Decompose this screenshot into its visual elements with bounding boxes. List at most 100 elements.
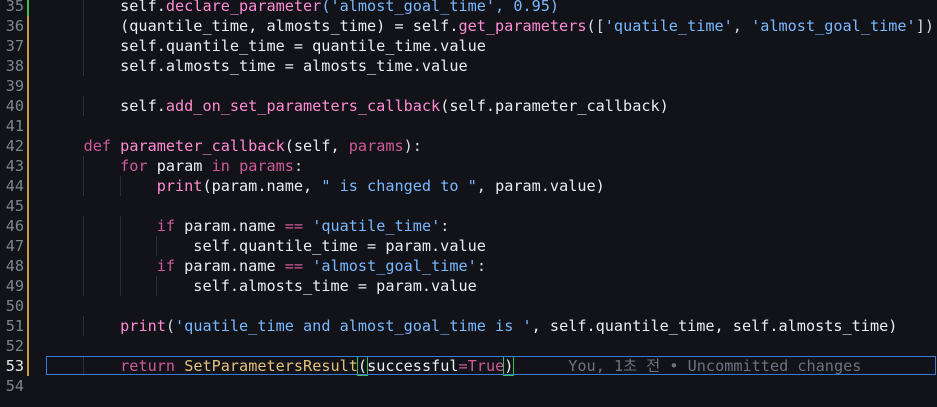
code-line[interactable]: 38 self.almosts_time = almosts_time.valu…: [0, 56, 937, 76]
line-number: 48: [5, 257, 24, 275]
code-text[interactable]: def parameter_callback(self, params):: [47, 136, 422, 156]
code-token: ([: [586, 17, 605, 35]
line-number: 40: [5, 97, 24, 115]
line-number: 50: [5, 297, 24, 315]
code-line[interactable]: 52: [0, 336, 937, 356]
code-token: self.: [47, 97, 166, 115]
line-number: 43: [5, 157, 24, 175]
line-number: 39: [5, 77, 24, 95]
code-token: 'almost_goal_time': [312, 257, 477, 275]
git-modified-marker[interactable]: [27, 16, 29, 36]
code-line[interactable]: 46 if param.name == 'quatile_time':: [0, 216, 937, 236]
code-line[interactable]: 39: [0, 76, 937, 96]
code-token: , self.quantile_time, self.almosts_time): [531, 317, 898, 335]
git-modified-marker[interactable]: [27, 196, 29, 216]
git-modified-marker[interactable]: [27, 316, 29, 336]
code-text[interactable]: return SetParametersResult(successful=Tr…: [47, 356, 861, 376]
code-line[interactable]: 45: [0, 196, 937, 216]
code-editor[interactable]: 35 self.declare_parameter('almost_goal_t…: [0, 0, 937, 407]
code-text[interactable]: (quantile_time, almosts_time) = self.get…: [47, 16, 934, 36]
code-token: self.quantile_time = quantile_time.value: [47, 37, 486, 55]
code-line[interactable]: 54: [0, 376, 937, 396]
code-text[interactable]: self.quantile_time = quantile_time.value: [47, 36, 486, 56]
code-token: (: [356, 356, 369, 376]
code-token: 'quatile_time': [312, 217, 441, 235]
code-token: =: [458, 357, 468, 375]
code-text[interactable]: self.declare_parameter('almost_goal_time…: [47, 0, 559, 16]
code-text[interactable]: for param in params:: [47, 156, 303, 176]
code-token: for: [120, 157, 148, 175]
code-token: param: [147, 157, 212, 175]
code-token: get_parameters: [458, 17, 587, 35]
code-token: def: [83, 137, 112, 155]
code-line[interactable]: 35 self.declare_parameter('almost_goal_t…: [0, 0, 937, 16]
git-modified-marker[interactable]: [27, 76, 29, 96]
git-modified-marker[interactable]: [27, 356, 29, 376]
code-text[interactable]: if param.name == 'almost_goal_time':: [47, 256, 486, 276]
code-line[interactable]: 49 self.almosts_time = param.value: [0, 276, 937, 296]
git-modified-marker[interactable]: [27, 256, 29, 276]
code-token: 'quatile_time': [604, 17, 733, 35]
line-number: 44: [5, 177, 24, 195]
git-modified-marker[interactable]: [27, 36, 29, 56]
line-number: 37: [5, 37, 24, 55]
code-token: (param.name,: [202, 177, 322, 195]
code-line[interactable]: 37 self.quantile_time = quantile_time.va…: [0, 36, 937, 56]
code-line[interactable]: 42 def parameter_callback(self, params):: [0, 136, 937, 156]
code-line[interactable]: 50: [0, 296, 937, 316]
code-token: parameter_callback: [120, 137, 285, 155]
code-token: declare_parameter: [165, 0, 322, 15]
git-modified-marker[interactable]: [27, 156, 29, 176]
line-number: 36: [5, 17, 24, 35]
line-number: 35: [5, 0, 24, 15]
git-modified-marker[interactable]: [27, 56, 29, 76]
code-token: 'quatile_time and almost_goal_time is ': [175, 317, 532, 335]
code-token: (: [165, 317, 176, 335]
code-token: True: [467, 357, 505, 375]
git-blame-annotation: You, 1초 전 • Uncommitted changes: [513, 357, 862, 375]
code-line[interactable]: 51 print('quatile_time and almost_goal_t…: [0, 316, 937, 336]
code-text[interactable]: self.almosts_time = almosts_time.value: [47, 56, 468, 76]
code-text[interactable]: if param.name == 'quatile_time':: [47, 216, 450, 236]
code-line[interactable]: 36 (quantile_time, almosts_time) = self.…: [0, 16, 937, 36]
git-modified-marker[interactable]: [27, 136, 29, 156]
line-number: 52: [5, 337, 24, 355]
code-line[interactable]: 53 return SetParametersResult(successful…: [0, 356, 937, 376]
git-modified-marker[interactable]: [27, 276, 29, 296]
code-line[interactable]: 47 self.quantile_time = param.value: [0, 236, 937, 256]
code-token: print: [120, 317, 166, 335]
code-line[interactable]: 48 if param.name == 'almost_goal_time':: [0, 256, 937, 276]
code-line[interactable]: 43 for param in params:: [0, 156, 937, 176]
line-number: 46: [5, 217, 24, 235]
code-token: param.name: [175, 217, 285, 235]
git-modified-marker[interactable]: [27, 216, 29, 236]
git-modified-marker[interactable]: [27, 116, 29, 136]
code-token: self.almosts_time = almosts_time.value: [47, 57, 468, 75]
line-number: 53: [5, 357, 24, 375]
git-modified-marker[interactable]: [27, 96, 29, 116]
code-token: ,: [732, 17, 752, 35]
code-text[interactable]: self.quantile_time = param.value: [47, 236, 486, 256]
git-modified-marker[interactable]: [27, 296, 29, 316]
code-text[interactable]: self.add_on_set_parameters_callback(self…: [47, 96, 669, 116]
code-token: (self,: [284, 137, 349, 155]
code-line[interactable]: 40 self.add_on_set_parameters_callback(s…: [0, 96, 937, 116]
code-text[interactable]: self.almosts_time = param.value: [47, 276, 476, 296]
line-number: 41: [5, 117, 24, 135]
git-added-marker[interactable]: [27, 0, 29, 16]
code-token: self.: [47, 0, 166, 15]
git-modified-marker[interactable]: [27, 336, 29, 356]
code-text[interactable]: print('quatile_time and almost_goal_time…: [47, 316, 897, 336]
code-text[interactable]: print(param.name, " is changed to ", par…: [47, 176, 605, 196]
code-token: add_on_set_parameters_callback: [165, 97, 441, 115]
git-modified-marker[interactable]: [27, 176, 29, 196]
code-line[interactable]: 44 print(param.name, " is changed to ", …: [0, 176, 937, 196]
code-line[interactable]: 41: [0, 116, 937, 136]
git-modified-marker[interactable]: [27, 236, 29, 256]
